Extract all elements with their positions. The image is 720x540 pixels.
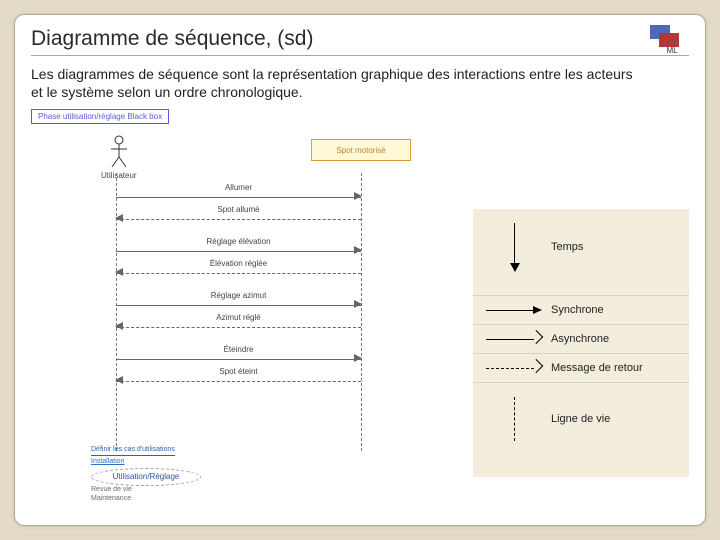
legend-row-lifeline: Ligne de vie bbox=[473, 383, 689, 465]
message-label: Spot allumé bbox=[217, 205, 259, 214]
footer-item: Installation bbox=[91, 458, 201, 466]
diagram-canvas: Phase utilisation/réglage Black box Util… bbox=[31, 109, 689, 509]
slide-title: Diagramme de séquence, (sd) bbox=[31, 27, 689, 56]
footer-item: Revue de vie bbox=[91, 486, 132, 493]
legend-label: Message de retour bbox=[545, 362, 679, 374]
message-label: Azimut réglé bbox=[216, 313, 260, 322]
legend-row-async: Asynchrone bbox=[473, 325, 689, 353]
legend-row-sync: Synchrone bbox=[473, 296, 689, 324]
legend-label: Temps bbox=[545, 241, 679, 253]
actor-label: Utilisateur bbox=[101, 171, 137, 180]
legend-panel: Temps Synchrone Asynchrone Message de re… bbox=[473, 209, 689, 477]
message-row: Spot éteint bbox=[116, 369, 361, 391]
lifeline-icon bbox=[514, 397, 515, 441]
message-list: Allumer Spot allumé Réglage élévation Éléva… bbox=[116, 185, 361, 391]
footer-heading: Définir les cas d'utilisations bbox=[91, 446, 175, 455]
stick-figure-icon bbox=[108, 135, 130, 169]
footer-item: Maintenance bbox=[91, 495, 131, 502]
return-arrow-icon bbox=[486, 363, 542, 373]
time-arrow-icon bbox=[514, 223, 515, 271]
message-label: Réglage azimut bbox=[211, 291, 267, 300]
intro-text: Les diagrammes de séquence sont la repré… bbox=[31, 66, 636, 101]
message-row: Réglage azimut bbox=[116, 293, 361, 315]
message-row: Élévation réglée bbox=[116, 261, 361, 283]
slide-card: Diagramme de séquence, (sd) ML Les diagr… bbox=[14, 14, 706, 526]
usecase-footer: Définir les cas d'utilisations Installat… bbox=[91, 446, 201, 503]
message-label: Spot éteint bbox=[219, 367, 257, 376]
sysml-logo: ML bbox=[649, 21, 695, 55]
legend-row-return: Message de retour bbox=[473, 354, 689, 382]
actor: Utilisateur bbox=[101, 135, 137, 180]
system-box: Spot motorisé bbox=[311, 139, 411, 161]
message-label: Éteindre bbox=[224, 345, 254, 354]
message-row: Réglage élévation bbox=[116, 239, 361, 261]
frame-label: Phase utilisation/réglage Black box bbox=[31, 109, 169, 124]
message-label: Allumer bbox=[225, 183, 252, 192]
sync-arrow-icon bbox=[486, 305, 542, 315]
message-row: Azimut réglé bbox=[116, 315, 361, 337]
async-arrow-icon bbox=[486, 334, 542, 344]
svg-text:ML: ML bbox=[666, 46, 678, 55]
message-label: Élévation réglée bbox=[210, 259, 267, 268]
legend-label: Ligne de vie bbox=[545, 413, 679, 425]
message-row: Allumer bbox=[116, 185, 361, 207]
legend-row-time: Temps bbox=[473, 209, 689, 295]
legend-label: Asynchrone bbox=[545, 333, 679, 345]
message-label: Réglage élévation bbox=[206, 237, 270, 246]
message-row: Spot allumé bbox=[116, 207, 361, 229]
legend-label: Synchrone bbox=[545, 304, 679, 316]
lifeline-system bbox=[361, 173, 362, 451]
footer-cloud: Utilisation/Réglage bbox=[91, 468, 201, 486]
message-row: Éteindre bbox=[116, 347, 361, 369]
